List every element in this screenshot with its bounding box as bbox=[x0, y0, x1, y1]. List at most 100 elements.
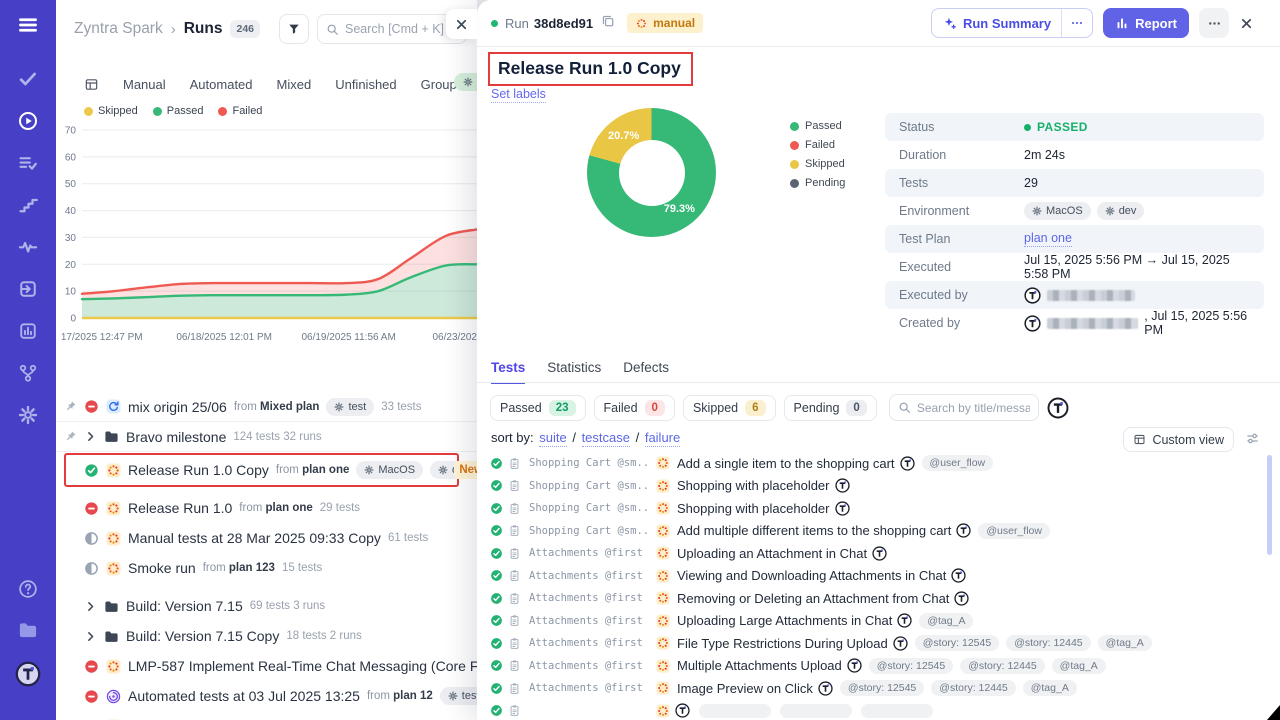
custom-view-button[interactable]: Custom view bbox=[1123, 427, 1234, 452]
manual-test-icon bbox=[656, 704, 670, 718]
filter-pending[interactable]: Pending0 bbox=[784, 395, 877, 421]
runs-tab-mixed[interactable]: Mixed bbox=[277, 77, 312, 92]
svg-text:60: 60 bbox=[65, 152, 77, 163]
copy-run-id-button[interactable] bbox=[601, 14, 615, 33]
run-row[interactable]: LMP-587 Implement Real-Time Chat Messagi… bbox=[56, 651, 477, 681]
test-row[interactable]: Attachments @firstRemoving or Deleting a… bbox=[477, 587, 1280, 610]
detail-row: Executed by bbox=[885, 281, 1264, 309]
assignee-filter-avatar-icon[interactable] bbox=[1047, 397, 1069, 419]
test-tag-ghost bbox=[861, 704, 933, 718]
assignee-avatar-icon bbox=[835, 478, 850, 493]
test-title: Image Preview on Click bbox=[677, 681, 813, 696]
test-status-passed-icon bbox=[490, 682, 503, 695]
test-row[interactable]: Attachments @firstUploading an Attachmen… bbox=[477, 542, 1280, 565]
sidebar-item-imports-box[interactable] bbox=[18, 279, 38, 302]
chevron-right-icon[interactable] bbox=[84, 630, 97, 643]
assignee-avatar-icon bbox=[956, 523, 971, 538]
run-row[interactable]: mix origin 25/06from Mixed plantest33 te… bbox=[56, 392, 477, 422]
chevron-right-icon[interactable] bbox=[84, 600, 97, 613]
detail-value: 2m 24s bbox=[1024, 148, 1065, 162]
breadcrumb-project[interactable]: Zyntra Spark bbox=[74, 20, 163, 38]
sidebar-item-milestones-steps[interactable] bbox=[18, 195, 38, 218]
close-drawer-button[interactable] bbox=[1239, 16, 1254, 31]
run-group-row[interactable]: Build: Version 7.15 Copy18 tests 2 runs bbox=[56, 621, 477, 651]
run-row[interactable]: Manual tests at 28 Mar 2025 09:33 Copy61… bbox=[56, 523, 477, 553]
chevron-right-icon[interactable] bbox=[84, 430, 97, 443]
sidebar-item-hamburger-menu[interactable] bbox=[17, 14, 39, 39]
test-row[interactable]: Shopping Cart @sm...Add multiple differe… bbox=[477, 520, 1280, 543]
app-root: Zyntra Spark › Runs 246 ManualAutomatedM… bbox=[0, 0, 1280, 720]
donut-legend-item-failed: Failed bbox=[790, 139, 845, 151]
filter-passed[interactable]: Passed23 bbox=[490, 395, 586, 421]
run-meta: 29 tests bbox=[320, 502, 360, 514]
test-row[interactable]: Attachments @firstMultiple Attachments U… bbox=[477, 655, 1280, 678]
sidebar-item-test-cases-list[interactable] bbox=[18, 153, 38, 176]
environment-badge: test bbox=[440, 687, 477, 705]
sidebar-item-runs-play[interactable] bbox=[18, 111, 38, 134]
sidebar-item-user-avatar[interactable] bbox=[15, 661, 41, 690]
applied-env-filter-chip[interactable]: test bbox=[454, 73, 477, 91]
run-row[interactable]: Manual tests at 28 Mar 2025 09:33 (Relau… bbox=[56, 711, 477, 720]
set-labels-link[interactable]: Set labels bbox=[491, 87, 546, 103]
sidebar-item-help-circle[interactable] bbox=[18, 579, 38, 602]
view-settings-icon[interactable] bbox=[1245, 431, 1260, 451]
detail-value: MacOSdev bbox=[1024, 202, 1144, 220]
detail-label: Created by bbox=[899, 316, 1024, 330]
search-icon bbox=[326, 23, 339, 36]
filter-button[interactable] bbox=[279, 14, 309, 44]
test-row[interactable]: Attachments @firstFile Type Restrictions… bbox=[477, 632, 1280, 655]
run-row[interactable]: Release Run 1.0from plan one29 tests bbox=[56, 493, 477, 523]
test-row[interactable]: Attachments @firstImage Preview on Click… bbox=[477, 677, 1280, 700]
test-row[interactable]: Shopping Cart @sm...Add a single item to… bbox=[477, 452, 1280, 475]
detail-row: Created by, Jul 15, 2025 5:56 PM bbox=[885, 309, 1264, 337]
donut-legend-item-skipped: Skipped bbox=[790, 158, 845, 170]
sidebar-item-tests-check[interactable] bbox=[18, 69, 38, 92]
tab-defects[interactable]: Defects bbox=[623, 360, 669, 384]
sort-link-testcase[interactable]: testcase bbox=[582, 430, 630, 447]
run-title: Release Run 1.0 Copy bbox=[128, 462, 269, 478]
drawer-close-button[interactable] bbox=[446, 9, 477, 39]
detail-label: Tests bbox=[899, 176, 1024, 190]
filter-failed[interactable]: Failed0 bbox=[594, 395, 675, 421]
test-row[interactable]: Attachments @firstUploading Large Attach… bbox=[477, 610, 1280, 633]
donut-slice-label: 79.3% bbox=[664, 203, 695, 215]
sidebar-item-activity-pulse[interactable] bbox=[18, 237, 38, 260]
legend-label: Passed bbox=[805, 120, 842, 132]
sidebar-item-settings-gear[interactable] bbox=[18, 405, 38, 428]
test-row[interactable]: Shopping Cart @sm...Shopping with placeh… bbox=[477, 475, 1280, 498]
run-row[interactable]: Smoke runfrom plan 12315 tests bbox=[56, 553, 477, 583]
sidebar-item-reports-chart[interactable] bbox=[18, 321, 38, 344]
test-row[interactable]: Shopping Cart @sm...Shopping with placeh… bbox=[477, 497, 1280, 520]
report-button[interactable]: Report bbox=[1103, 8, 1189, 38]
test-plan-link[interactable]: plan one bbox=[1024, 231, 1072, 247]
tab-tests[interactable]: Tests bbox=[491, 360, 525, 384]
more-actions-button[interactable] bbox=[1199, 8, 1229, 38]
sort-link-suite[interactable]: suite bbox=[539, 430, 566, 447]
runs-tab-automated[interactable]: Automated bbox=[190, 77, 253, 92]
run-summary-button[interactable]: Run Summary bbox=[931, 8, 1093, 38]
scrollbar-thumb[interactable] bbox=[1267, 455, 1272, 555]
run-summary-more-button[interactable] bbox=[1061, 9, 1092, 37]
tab-statistics[interactable]: Statistics bbox=[547, 360, 601, 384]
run-row[interactable]: Release Run 1.0 Copyfrom plan oneMacOSde… bbox=[66, 455, 457, 485]
filter-skipped[interactable]: Skipped6 bbox=[683, 395, 776, 421]
test-status-passed-icon bbox=[490, 547, 503, 560]
run-type-label: manual bbox=[653, 16, 695, 30]
clipboard-icon bbox=[508, 569, 521, 582]
test-suite: Attachments @first bbox=[529, 615, 651, 627]
test-title: Multiple Attachments Upload bbox=[677, 658, 842, 673]
runs-search-input[interactable] bbox=[345, 22, 458, 36]
sort-link-failure[interactable]: failure bbox=[645, 430, 680, 447]
sidebar-item-library-folder[interactable] bbox=[18, 620, 38, 643]
run-group-row[interactable]: Bravo milestone124 tests 32 runs bbox=[56, 422, 477, 452]
tests-search-input[interactable] bbox=[917, 401, 1030, 415]
sidebar-item-integrations-branch[interactable] bbox=[18, 363, 38, 386]
milestones-steps-icon bbox=[18, 195, 38, 215]
run-row[interactable]: Automated tests at 03 Jul 2025 13:25from… bbox=[56, 681, 477, 711]
runs-tab-unfinished[interactable]: Unfinished bbox=[335, 77, 396, 92]
runs-tab-manual[interactable]: Manual bbox=[123, 77, 166, 92]
test-row[interactable]: Attachments @firstViewing and Downloadin… bbox=[477, 565, 1280, 588]
detail-row: Test Planplan one bbox=[885, 225, 1264, 253]
bulk-edit-icon[interactable] bbox=[84, 77, 99, 92]
run-group-row[interactable]: Build: Version 7.1569 tests 3 runs bbox=[56, 591, 477, 621]
